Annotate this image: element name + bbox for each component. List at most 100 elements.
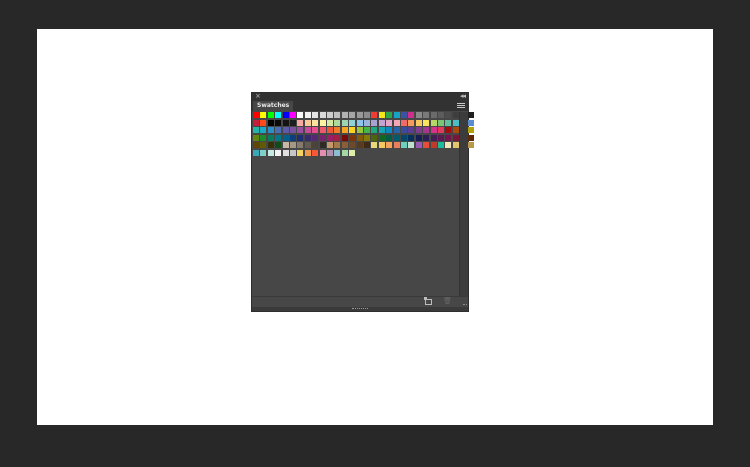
swatch[interactable]	[260, 142, 266, 148]
swatch[interactable]	[305, 112, 311, 118]
swatch[interactable]	[312, 142, 318, 148]
swatch[interactable]	[297, 142, 303, 148]
swatch[interactable]	[268, 135, 274, 141]
swatch[interactable]	[445, 135, 451, 141]
swatch[interactable]	[290, 112, 296, 118]
swatch[interactable]	[290, 135, 296, 141]
swatch[interactable]	[416, 112, 422, 118]
swatch[interactable]	[312, 112, 318, 118]
swatch[interactable]	[268, 150, 274, 156]
swatch[interactable]	[260, 112, 266, 118]
swatch[interactable]	[401, 127, 407, 133]
swatch[interactable]	[253, 112, 259, 118]
swatch[interactable]	[327, 112, 333, 118]
swatch[interactable]	[342, 142, 348, 148]
swatch[interactable]	[342, 127, 348, 133]
swatch[interactable]	[379, 120, 385, 126]
swatch[interactable]	[438, 127, 444, 133]
swatch[interactable]	[312, 127, 318, 133]
swatch[interactable]	[275, 120, 281, 126]
swatch[interactable]	[431, 120, 437, 126]
swatch[interactable]	[260, 120, 266, 126]
swatch[interactable]	[445, 142, 451, 148]
swatch[interactable]	[379, 127, 385, 133]
swatch[interactable]	[445, 112, 451, 118]
swatch[interactable]	[468, 120, 474, 126]
scrollbar[interactable]	[459, 112, 468, 296]
swatch[interactable]	[357, 135, 363, 141]
swatch[interactable]	[283, 112, 289, 118]
swatch[interactable]	[342, 150, 348, 156]
swatch[interactable]	[349, 135, 355, 141]
swatch[interactable]	[438, 135, 444, 141]
swatch[interactable]	[371, 127, 377, 133]
swatch[interactable]	[275, 127, 281, 133]
swatch[interactable]	[349, 150, 355, 156]
swatch[interactable]	[268, 142, 274, 148]
swatch[interactable]	[364, 142, 370, 148]
swatch[interactable]	[445, 120, 451, 126]
swatch[interactable]	[253, 150, 259, 156]
swatch[interactable]	[327, 150, 333, 156]
swatch[interactable]	[357, 112, 363, 118]
swatch[interactable]	[438, 120, 444, 126]
swatch[interactable]	[253, 142, 259, 148]
swatch[interactable]	[386, 135, 392, 141]
close-icon[interactable]: ×	[255, 91, 261, 101]
swatch[interactable]	[445, 127, 451, 133]
swatch[interactable]	[334, 127, 340, 133]
swatch[interactable]	[297, 150, 303, 156]
swatch[interactable]	[357, 142, 363, 148]
swatch[interactable]	[320, 135, 326, 141]
swatch[interactable]	[431, 135, 437, 141]
swatch[interactable]	[334, 150, 340, 156]
swatch[interactable]	[408, 127, 414, 133]
swatch[interactable]	[408, 120, 414, 126]
swatch[interactable]	[268, 120, 274, 126]
swatch[interactable]	[401, 112, 407, 118]
swatch[interactable]	[416, 142, 422, 148]
swatch[interactable]	[468, 135, 474, 141]
swatch[interactable]	[416, 135, 422, 141]
swatch[interactable]	[312, 135, 318, 141]
swatch[interactable]	[275, 135, 281, 141]
swatch[interactable]	[349, 112, 355, 118]
swatch[interactable]	[468, 127, 474, 133]
swatch[interactable]	[320, 142, 326, 148]
swatch[interactable]	[371, 135, 377, 141]
resize-handle[interactable]	[463, 301, 467, 305]
swatch[interactable]	[253, 120, 259, 126]
swatch[interactable]	[275, 150, 281, 156]
swatch[interactable]	[394, 142, 400, 148]
swatch[interactable]	[327, 135, 333, 141]
swatch[interactable]	[468, 112, 474, 118]
swatch[interactable]	[423, 112, 429, 118]
swatch[interactable]	[327, 120, 333, 126]
swatch[interactable]	[334, 120, 340, 126]
swatch[interactable]	[283, 150, 289, 156]
swatch[interactable]	[357, 120, 363, 126]
swatch[interactable]	[364, 135, 370, 141]
swatch[interactable]	[268, 112, 274, 118]
swatch[interactable]	[349, 142, 355, 148]
swatch[interactable]	[320, 150, 326, 156]
swatch[interactable]	[260, 127, 266, 133]
swatch[interactable]	[342, 135, 348, 141]
swatch[interactable]	[334, 135, 340, 141]
swatch[interactable]	[401, 142, 407, 148]
swatch[interactable]	[401, 135, 407, 141]
swatch[interactable]	[253, 135, 259, 141]
swatch[interactable]	[327, 142, 333, 148]
swatch[interactable]	[253, 127, 259, 133]
swatch[interactable]	[423, 142, 429, 148]
swatch[interactable]	[312, 150, 318, 156]
swatch[interactable]	[297, 112, 303, 118]
tab-swatches[interactable]: Swatches	[253, 101, 294, 111]
swatch[interactable]	[394, 135, 400, 141]
swatch[interactable]	[431, 142, 437, 148]
swatch[interactable]	[283, 120, 289, 126]
swatch[interactable]	[290, 120, 296, 126]
swatch[interactable]	[283, 135, 289, 141]
swatch[interactable]	[305, 127, 311, 133]
swatch[interactable]	[431, 127, 437, 133]
